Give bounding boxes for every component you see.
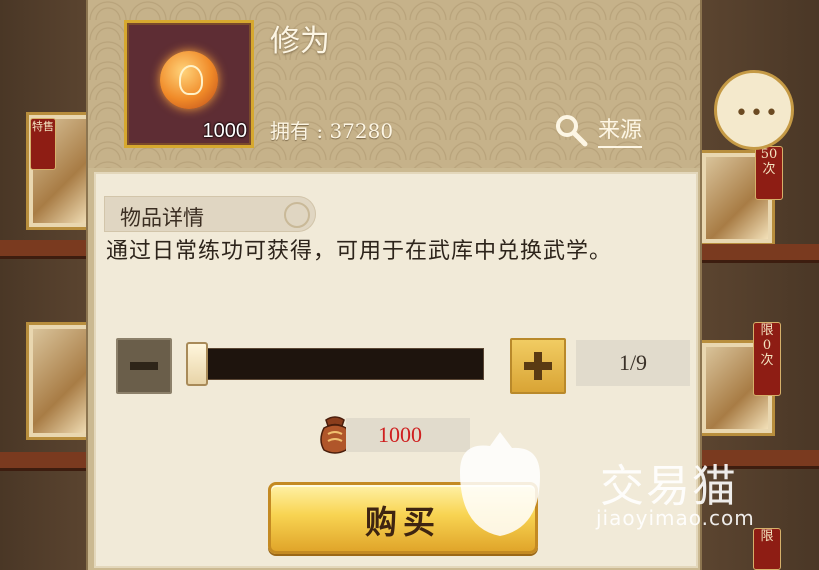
bg-limit-badge: 限 0 次 (753, 322, 781, 396)
watermark-url: jiaoyimao.com (596, 506, 755, 530)
bg-limit-badge: 50 次 (755, 146, 783, 200)
minus-button[interactable] (116, 338, 172, 394)
bg-shelf (689, 244, 819, 260)
item-icon-frame: 1000 (124, 20, 254, 148)
item-description: 通过日常练功可获得，可用于在武库中兑换武学。 (106, 239, 613, 264)
owned-count: 拥有 : 37280 (270, 119, 394, 143)
bg-shelf (0, 452, 100, 468)
buy-button[interactable]: 购买 (268, 482, 538, 554)
cultivation-orb-icon (160, 51, 218, 109)
quantity-counter: 1/9 (576, 340, 690, 386)
section-title: 物品详情 (120, 206, 204, 230)
magnifier-icon (556, 115, 588, 147)
quantity-slider-handle[interactable] (186, 342, 208, 386)
source-button[interactable]: 来源 (554, 112, 643, 148)
bg-badge: 特售 (30, 118, 56, 170)
watermark-brand: 交易猫 (600, 461, 738, 512)
bg-item-card (26, 322, 96, 440)
item-quantity-badge: 1000 (202, 120, 248, 142)
cost-value: 1000 (378, 422, 422, 447)
item-name: 修为 (270, 24, 330, 59)
section-tab-item-details: 物品详情 (104, 196, 316, 232)
chat-button[interactable]: ••• (714, 70, 794, 150)
quantity-slider-track[interactable] (190, 348, 484, 380)
chat-bubble-icon: ••• (735, 101, 780, 126)
source-label: 来源 (598, 112, 643, 148)
buy-button-label: 购买 (364, 503, 441, 541)
knot-ornament-icon (284, 202, 310, 228)
cost-display: 1000 (346, 418, 470, 452)
bg-limit-badge: 限 (753, 528, 781, 570)
bg-shelf (0, 240, 100, 256)
background-left: 特售 (0, 0, 100, 570)
plus-button[interactable] (510, 338, 566, 394)
panel-header: 1000 修为 拥有 : 37280 来源 (88, 0, 700, 168)
